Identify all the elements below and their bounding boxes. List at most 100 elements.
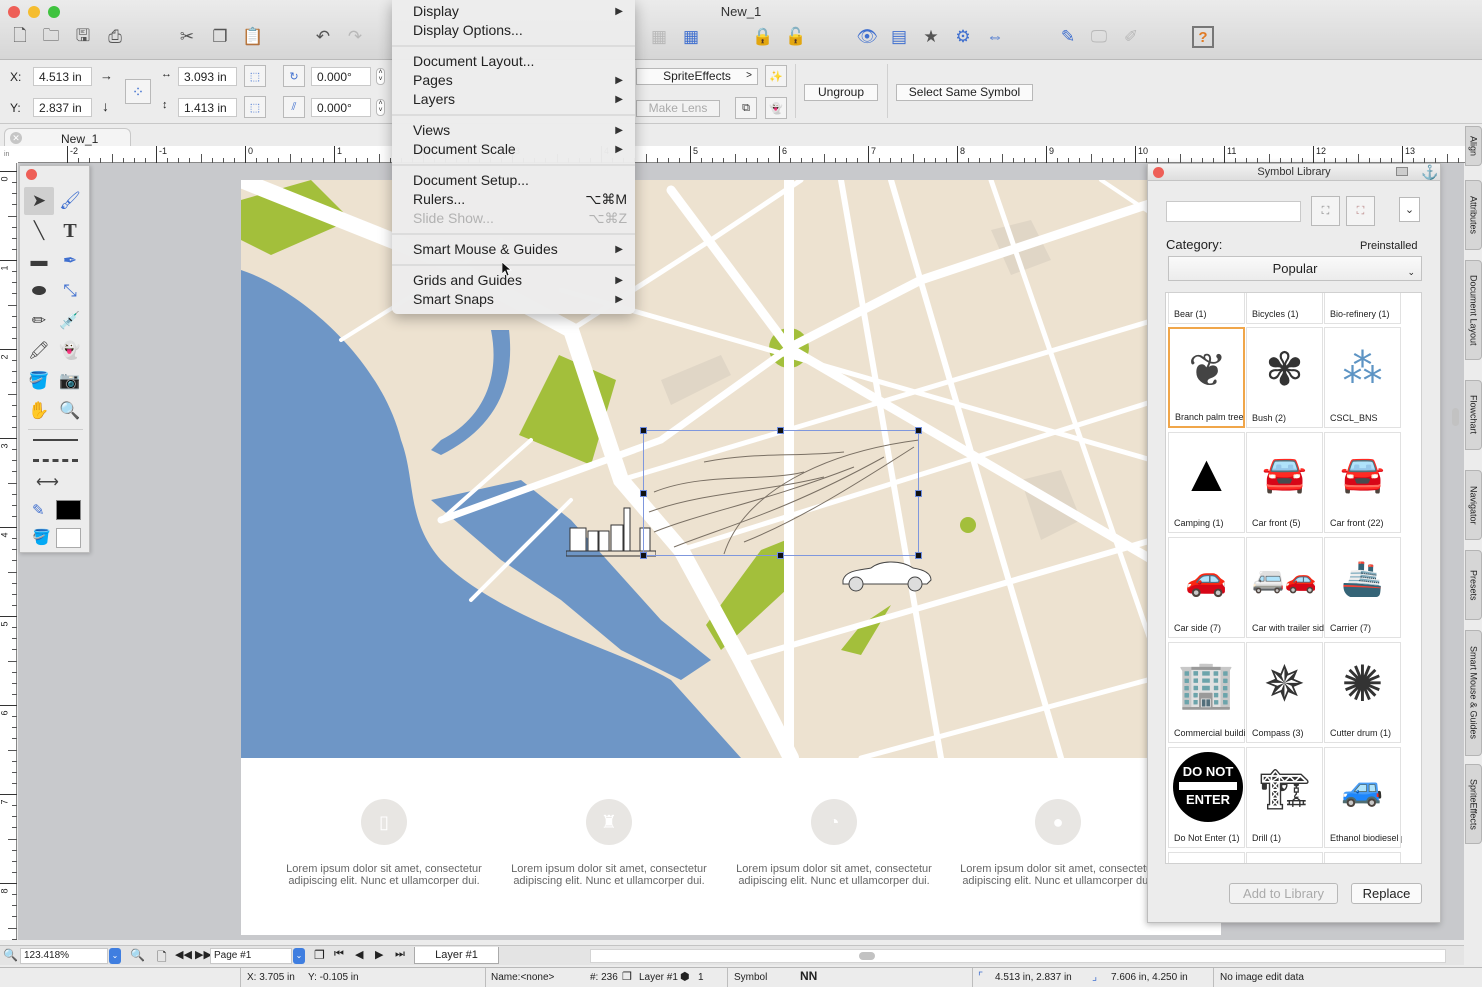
menu-item-pages[interactable]: Pages ▶ [392, 71, 635, 90]
solid-line-style-icon[interactable] [33, 439, 78, 441]
symbol-search-input[interactable] [1166, 201, 1301, 222]
menu-item-views[interactable]: Views ▶ [392, 121, 635, 140]
pencil-tool-icon[interactable]: ✏ [24, 307, 54, 335]
arrowhead-style-icon[interactable]: ⟷ [36, 472, 59, 492]
add-to-library-button[interactable]: Add to Library [1229, 883, 1338, 904]
resize-handle-top-left[interactable] [640, 427, 647, 434]
rotation-field[interactable]: 0.000° [311, 67, 371, 86]
unlock-icon[interactable]: 🔓 [785, 26, 807, 48]
camera-tool-icon[interactable]: 📷 [55, 367, 85, 395]
side-tab-flowchart[interactable]: Flowchart [1465, 380, 1482, 450]
height-field[interactable]: 1.413 in [178, 98, 237, 117]
save-icon[interactable]: 🖫 [72, 26, 94, 48]
rotate-icon[interactable]: ↻ [283, 65, 305, 87]
first-layer-icon[interactable]: ⏮ [334, 948, 344, 961]
resize-handle-bottom[interactable] [777, 552, 784, 559]
magic-wand-icon[interactable]: ✨ [765, 65, 787, 87]
line-tool-icon[interactable]: ╲ [24, 217, 54, 245]
vertical-scrollbar-thumb[interactable] [1452, 408, 1459, 426]
symbol-camping[interactable]: ▲ Camping (1) [1168, 432, 1245, 533]
lock-icon[interactable]: 🔒 [752, 26, 774, 48]
page-dropdown-button[interactable]: ⌄ [293, 948, 305, 964]
menu-item-display[interactable]: Display ▶ [392, 2, 635, 21]
car-side-symbol[interactable] [841, 558, 933, 594]
window-help-icon[interactable]: ⧉ [735, 97, 757, 119]
resize-handle-top[interactable] [777, 427, 784, 434]
resize-handle-right[interactable] [915, 490, 922, 497]
document-page[interactable]: ▯ Lorem ipsum dolor sit amet, consectetu… [241, 180, 1221, 935]
find-remove-binoculars-icon[interactable]: ⛶ [1346, 196, 1375, 226]
close-panel-button[interactable] [1153, 167, 1164, 178]
settings-screen-icon[interactable]: ⚙ [952, 26, 974, 48]
menu-item-smart-snaps[interactable]: Smart Snaps ▶ [392, 290, 635, 309]
edit-document-icon[interactable]: ✎ [1057, 26, 1079, 48]
find-binoculars-icon[interactable]: ⛶ [1311, 196, 1340, 226]
fit-width-icon[interactable]: ⇔ [984, 26, 1006, 48]
options-dropdown-button[interactable]: ⌄ [1399, 197, 1420, 222]
eyedropper-tool-icon[interactable]: 💉 [55, 307, 85, 335]
help-icon[interactable]: ? [1192, 26, 1214, 48]
symbol-partial[interactable] [1168, 852, 1245, 863]
last-layer-icon[interactable]: ⏭ [395, 948, 405, 961]
ellipse-tool-icon[interactable]: ⬬ [24, 277, 54, 305]
fill-color-swatch[interactable] [56, 528, 81, 548]
symbol-cutter-drum[interactable]: ✺ Cutter drum (1) [1324, 642, 1401, 743]
previous-page-icon[interactable]: ◀◀ [175, 948, 192, 961]
symbol-partial[interactable] [1246, 852, 1323, 863]
layer-tab[interactable]: Layer #1 [414, 947, 499, 964]
browser-icon[interactable]: ▤ [888, 26, 910, 48]
horizontal-scrollbar-thumb[interactable] [859, 952, 875, 960]
close-palette-button[interactable] [26, 169, 37, 180]
rotation-stepper[interactable]: ˄ ˅ [376, 68, 385, 85]
menu-item-document-layout[interactable]: Document Layout... [392, 52, 635, 71]
redo-icon[interactable]: ↷ [344, 26, 366, 48]
resize-handle-left[interactable] [640, 490, 647, 497]
side-tab-align[interactable]: Align [1465, 126, 1482, 166]
menu-item-smart-mouse-guides[interactable]: Smart Mouse & Guides ▶ [392, 240, 635, 259]
dual-edit-icon[interactable]: ✐ [1120, 26, 1142, 48]
symbol-car-front-22[interactable]: 🚘 Car front (22) [1324, 432, 1401, 533]
scale-proportional-icon[interactable]: ⬚ [244, 65, 266, 87]
resize-handle-bottom-left[interactable] [640, 552, 647, 559]
zoom-tool-icon[interactable]: 🔍 [55, 397, 85, 425]
hand-tool-icon[interactable]: ✋ [24, 397, 54, 425]
anchor-icon[interactable]: ⚓ [1421, 164, 1438, 181]
close-tab-icon[interactable]: ✕ [10, 132, 22, 144]
undo-icon[interactable]: ↶ [312, 26, 334, 48]
text-tool-icon[interactable]: T [55, 217, 85, 245]
category-select[interactable]: Popular ⌄ [1168, 256, 1422, 281]
resize-handle-top-right[interactable] [915, 427, 922, 434]
dashed-line-style-icon[interactable] [33, 459, 78, 462]
highlighter-tool-icon[interactable]: 🖍 [24, 337, 54, 365]
x-position-field[interactable]: 4.513 in [33, 67, 92, 86]
symbol-carrier[interactable]: 🚢 Carrier (7) [1324, 537, 1401, 638]
symbol-bush[interactable]: ✾ Bush (2) [1246, 327, 1323, 428]
layers-icon[interactable]: ❐ [314, 948, 325, 962]
symbol-bear[interactable]: Bear (1) [1168, 293, 1245, 324]
stroke-color-swatch[interactable] [56, 500, 81, 520]
symbol-ethanol-biodiesel[interactable]: 🚙 Ethanol biodiesel p [1324, 747, 1402, 848]
ungroup-button[interactable]: Ungroup [804, 84, 878, 101]
make-lens-button[interactable]: Make Lens [636, 100, 720, 117]
side-tab-smart-mouse-guides[interactable]: Smart Mouse & Guides [1465, 630, 1482, 756]
zoom-dropdown-button[interactable]: ⌄ [109, 948, 121, 964]
monitor-icon[interactable]: 🖵 [1088, 26, 1110, 48]
zoom-level-field[interactable]: 123.418% [20, 948, 108, 964]
replace-button[interactable]: Replace [1351, 883, 1422, 904]
symbol-library-title-bar[interactable]: Symbol Library ⚓ [1148, 164, 1440, 181]
menu-item-document-setup[interactable]: Document Setup... [392, 171, 635, 190]
symbol-drill[interactable]: 🏗 Drill (1) [1246, 747, 1323, 848]
copy-icon[interactable]: ❐ [209, 26, 231, 48]
zoom-in-icon[interactable]: 🔍 [130, 948, 145, 962]
menu-item-layers[interactable]: Layers ▶ [392, 90, 635, 109]
scale-object-icon[interactable]: ⬚ [244, 96, 266, 118]
previous-layer-icon[interactable]: ◀ [355, 948, 363, 961]
symbol-branch-palm-tree[interactable]: ❦ Branch palm tree [1168, 327, 1245, 428]
view-guides-icon[interactable]: 👁 [856, 26, 878, 48]
side-tab-presets[interactable]: Presets [1465, 550, 1482, 620]
symbol-bio-refinery[interactable]: Bio-refinery (1) [1324, 293, 1401, 324]
menu-item-display-options[interactable]: Display Options... [392, 21, 635, 40]
vertical-ruler[interactable]: 0 1 2 3 4 5 6 7 8 [0, 163, 17, 962]
symbol-bicycles[interactable]: Bicycles (1) [1246, 293, 1323, 324]
rectangle-tool-icon[interactable]: ▬ [24, 247, 54, 275]
